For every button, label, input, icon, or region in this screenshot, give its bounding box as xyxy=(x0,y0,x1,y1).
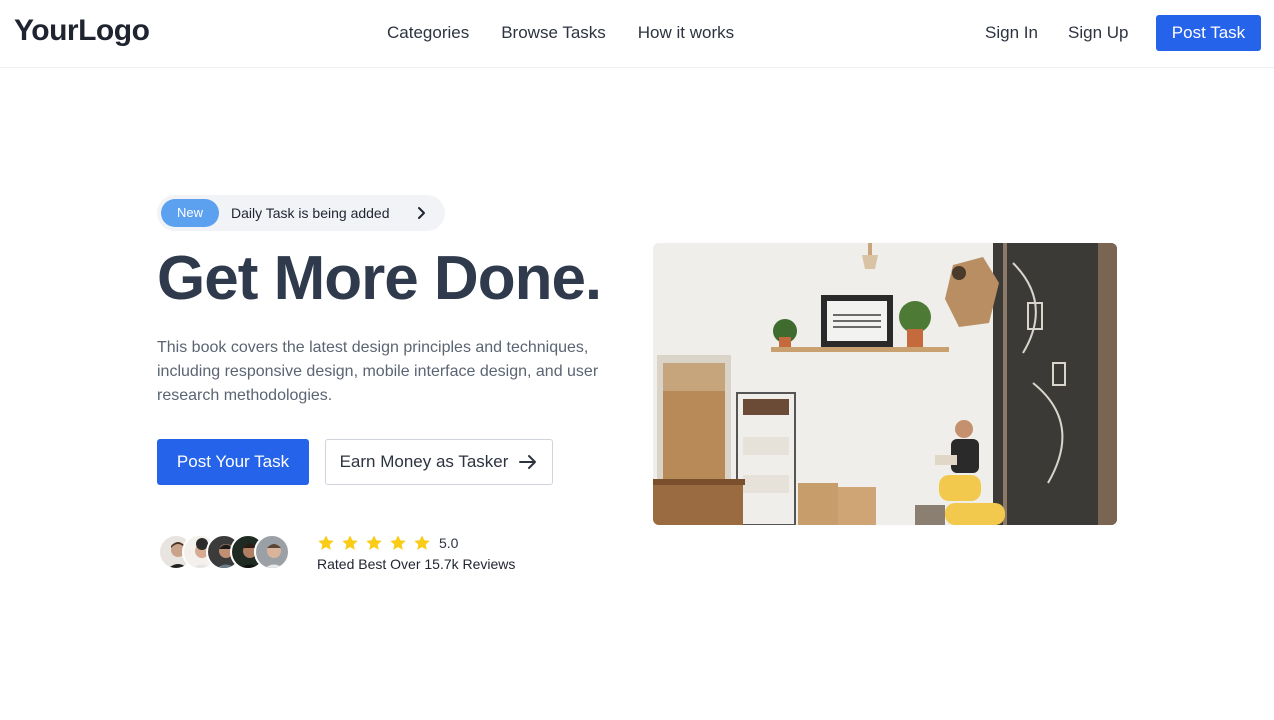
sign-in-link[interactable]: Sign In xyxy=(985,23,1038,43)
hero-headline: Get More Done. xyxy=(157,244,602,313)
star-icon xyxy=(390,535,406,550)
reviewer-avatars xyxy=(158,534,298,572)
announcement-text: Daily Task is being added xyxy=(231,205,390,221)
nav-link-browse-tasks[interactable]: Browse Tasks xyxy=(501,23,606,43)
nav-link-categories[interactable]: Categories xyxy=(387,23,469,43)
sign-up-link[interactable]: Sign Up xyxy=(1068,23,1128,43)
hero-image xyxy=(653,243,1117,525)
earn-money-label: Earn Money as Tasker xyxy=(339,452,509,471)
star-icon xyxy=(318,535,334,550)
announcement-pill[interactable]: New Daily Task is being added xyxy=(157,195,445,231)
star-icon xyxy=(414,535,430,550)
hero-description: This book covers the latest design princ… xyxy=(157,339,599,404)
nav-link-how-it-works[interactable]: How it works xyxy=(638,23,734,43)
chevron-right-icon xyxy=(418,207,425,219)
logo[interactable]: YourLogo xyxy=(14,14,150,48)
post-task-button[interactable]: Post Task xyxy=(1156,15,1261,51)
post-your-task-button[interactable]: Post Your Task xyxy=(157,439,309,485)
main-nav: Categories Browse Tasks How it works xyxy=(387,23,734,43)
site-header: YourLogo Categories Browse Tasks How it … xyxy=(0,0,1274,68)
avatar xyxy=(254,534,290,570)
rating-value: 5.0 xyxy=(439,535,459,551)
star-rating: 5.0 xyxy=(317,534,458,552)
star-icon xyxy=(366,535,382,550)
rated-text: Rated Best Over 15.7k Reviews xyxy=(317,556,516,572)
earn-money-button[interactable]: Earn Money as Tasker xyxy=(325,439,553,485)
new-badge: New xyxy=(161,199,219,227)
star-icon xyxy=(342,535,358,550)
arrow-right-icon xyxy=(519,455,537,469)
